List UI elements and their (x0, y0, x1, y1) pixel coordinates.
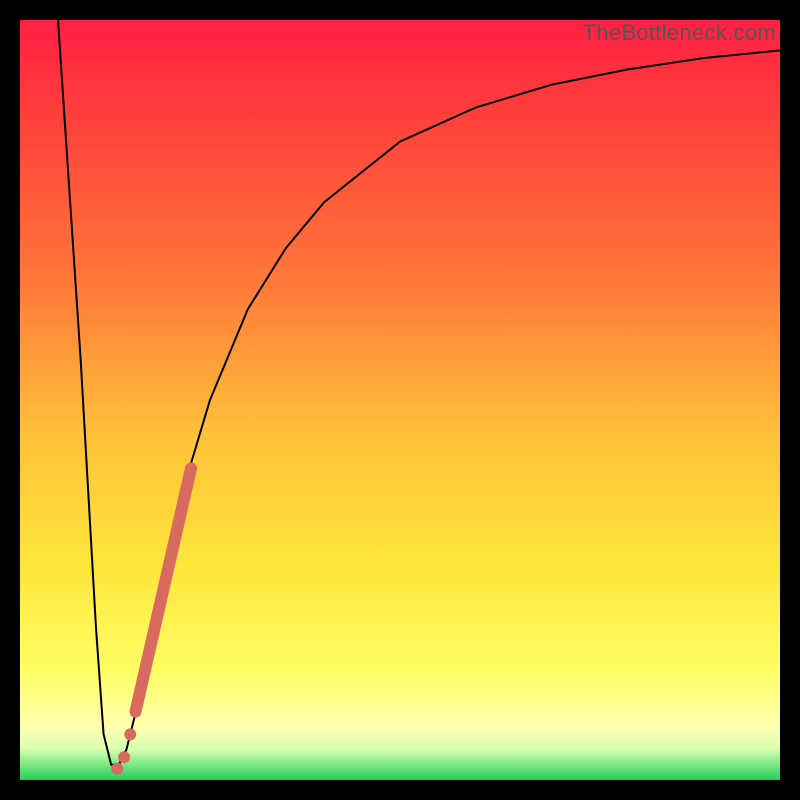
highlight-dot (111, 763, 123, 775)
chart-svg (20, 20, 780, 780)
highlight-dot (124, 728, 136, 740)
highlight-segment (136, 468, 191, 711)
highlight-dot (118, 751, 130, 763)
plot-area: TheBottleneck.com (20, 20, 780, 780)
bottleneck-curve (58, 20, 780, 765)
highlight-dots (111, 728, 136, 774)
chart-frame: TheBottleneck.com (0, 0, 800, 800)
